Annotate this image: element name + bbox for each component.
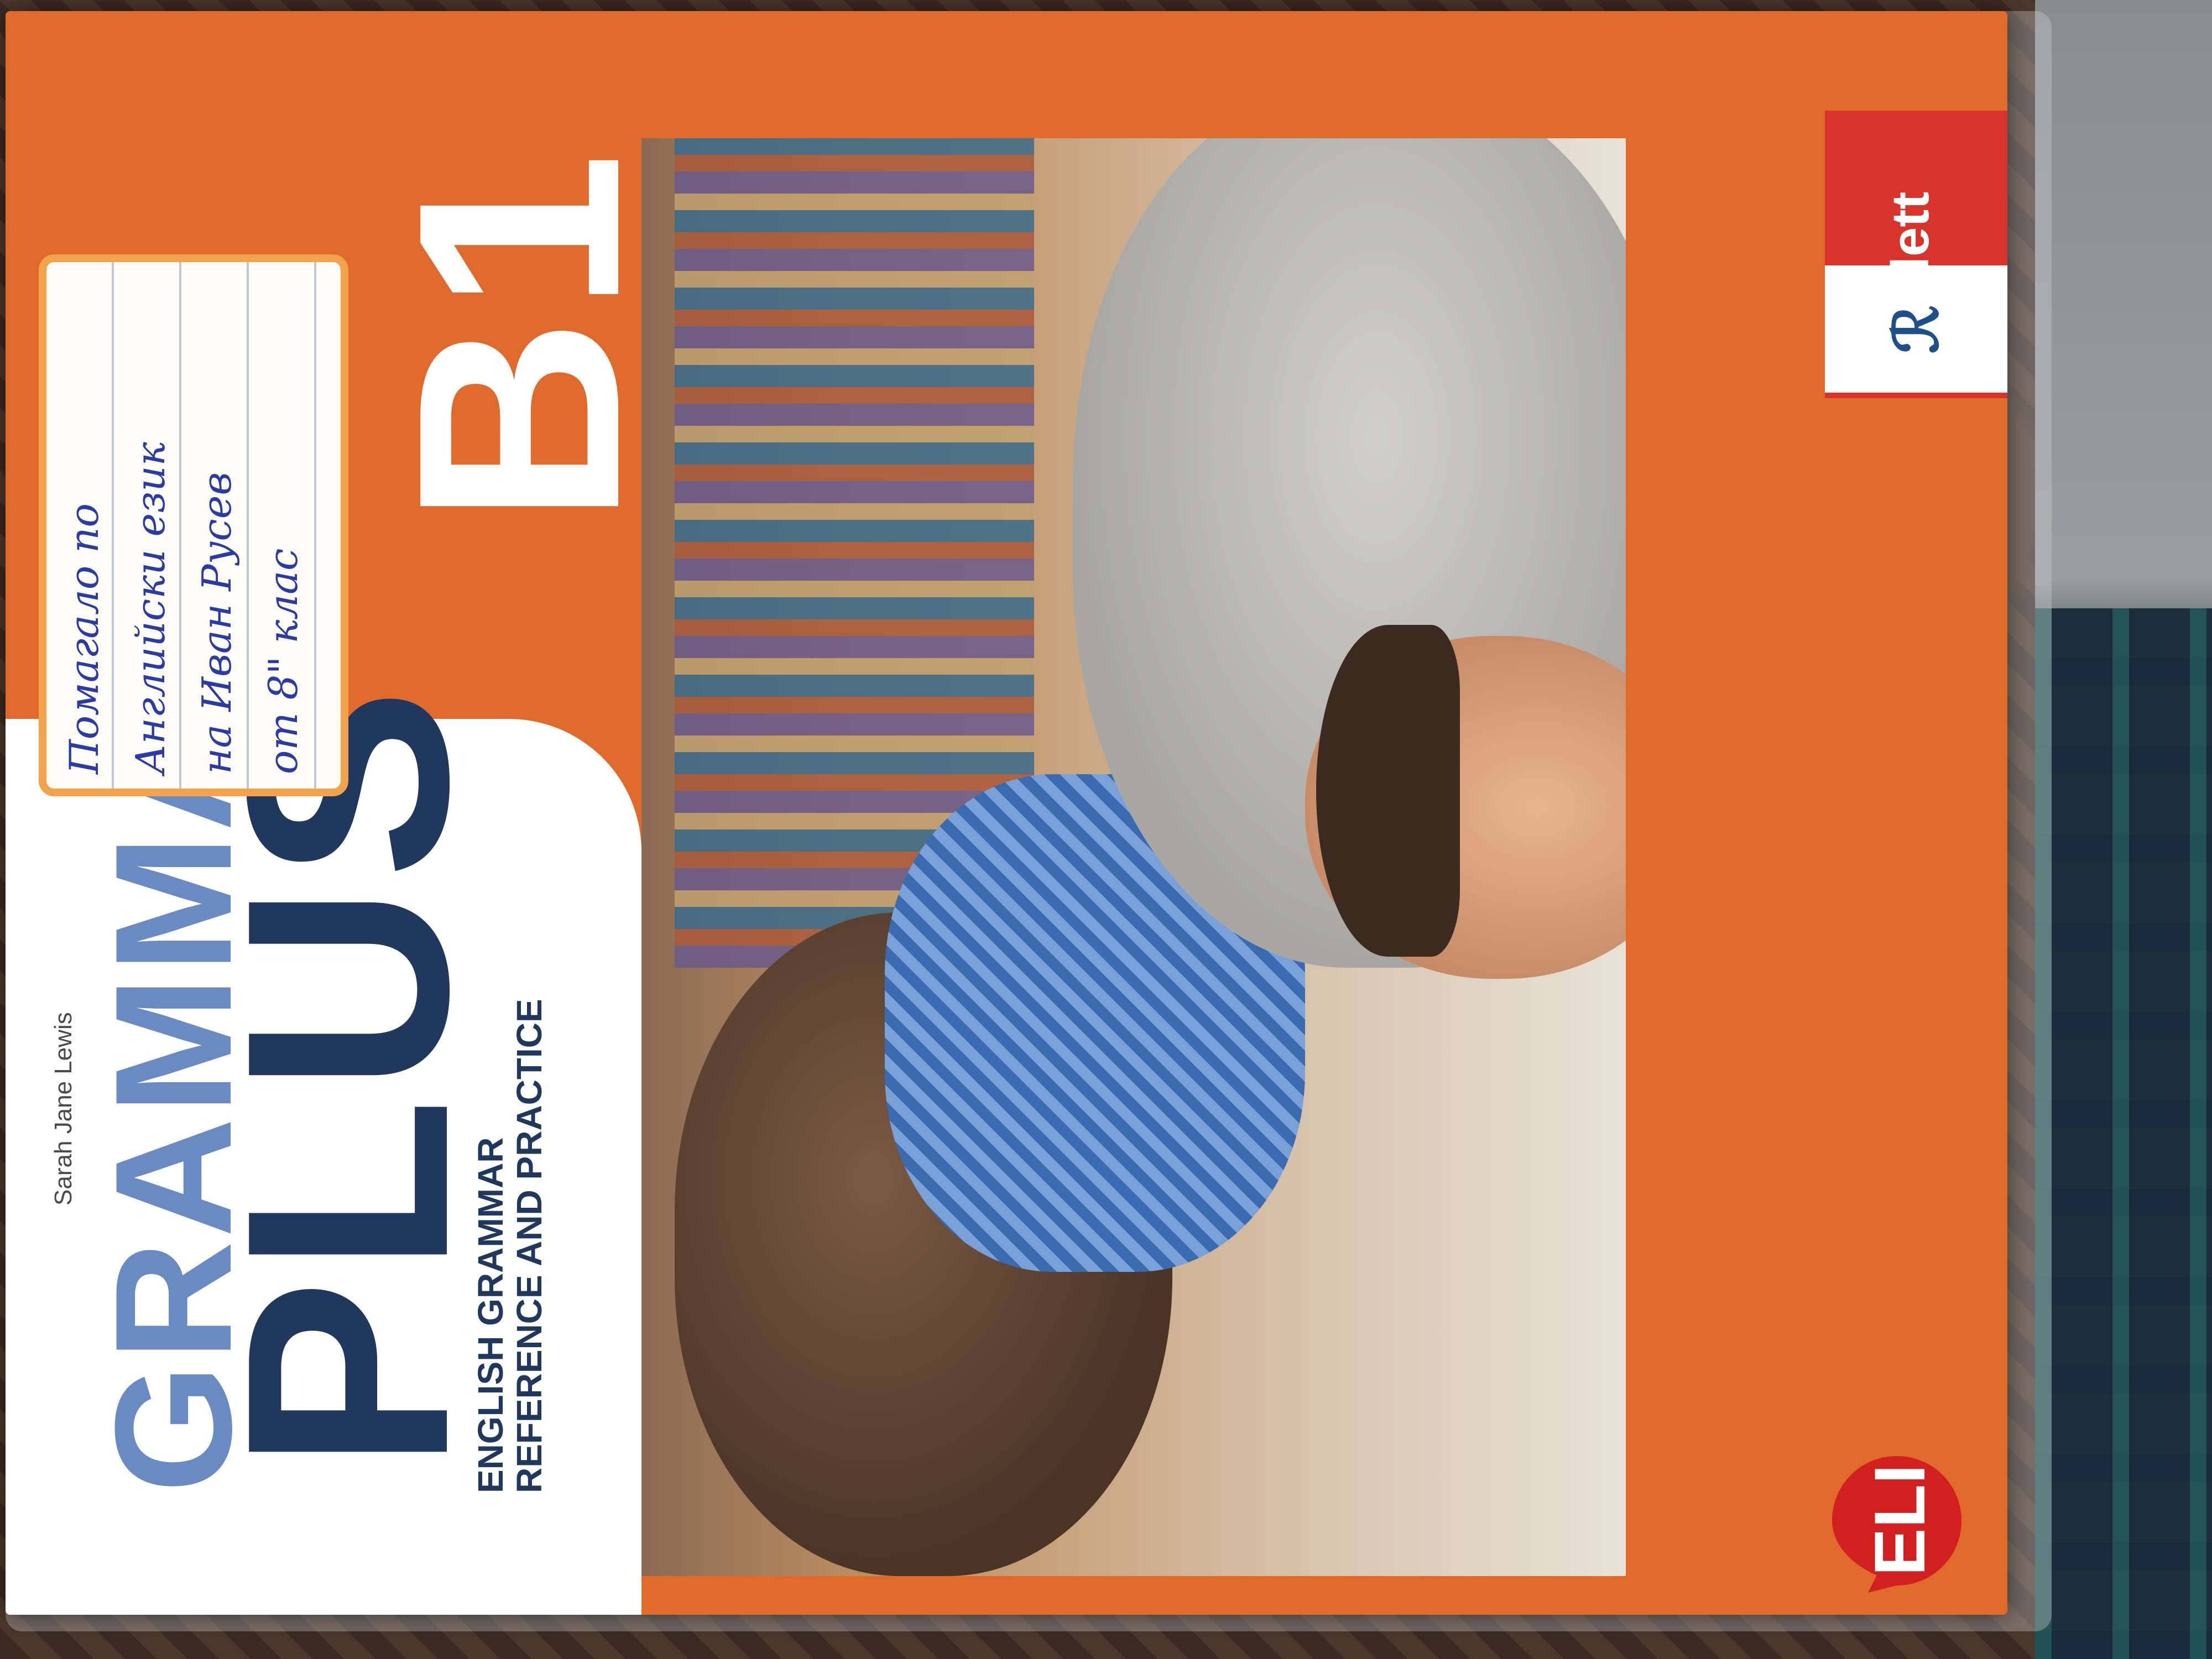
- eli-logo-text: ELI: [1859, 1464, 1940, 1576]
- author-name: Sarah Jane Lewis: [50, 1012, 77, 1206]
- klett-icon: ℛ: [1880, 305, 1952, 353]
- sticker-line3: на Иван Русев: [194, 472, 240, 774]
- subtitle-line2: REFERENCE AND PRACTICE: [509, 999, 549, 1493]
- sticker-line4: от 8" клас: [260, 548, 306, 774]
- sticker-line2: Английски език: [127, 442, 174, 774]
- klett-logo-text: Klett: [1881, 191, 1940, 310]
- student-hair: [1316, 625, 1460, 957]
- cover-photo: [641, 138, 1626, 1576]
- level-badge: B1: [358, 147, 680, 525]
- sticker-line1: Помагало по: [61, 503, 107, 774]
- photo-scene: Sarah Jane Lewis GRAMMAR PLUS ENGLISH GR…: [0, 0, 2212, 1659]
- title-plus: PLUS: [187, 682, 508, 1471]
- plaid-fabric: [2035, 608, 2212, 1659]
- subtitle-line1: ENGLISH GRAMMAR: [471, 1137, 510, 1493]
